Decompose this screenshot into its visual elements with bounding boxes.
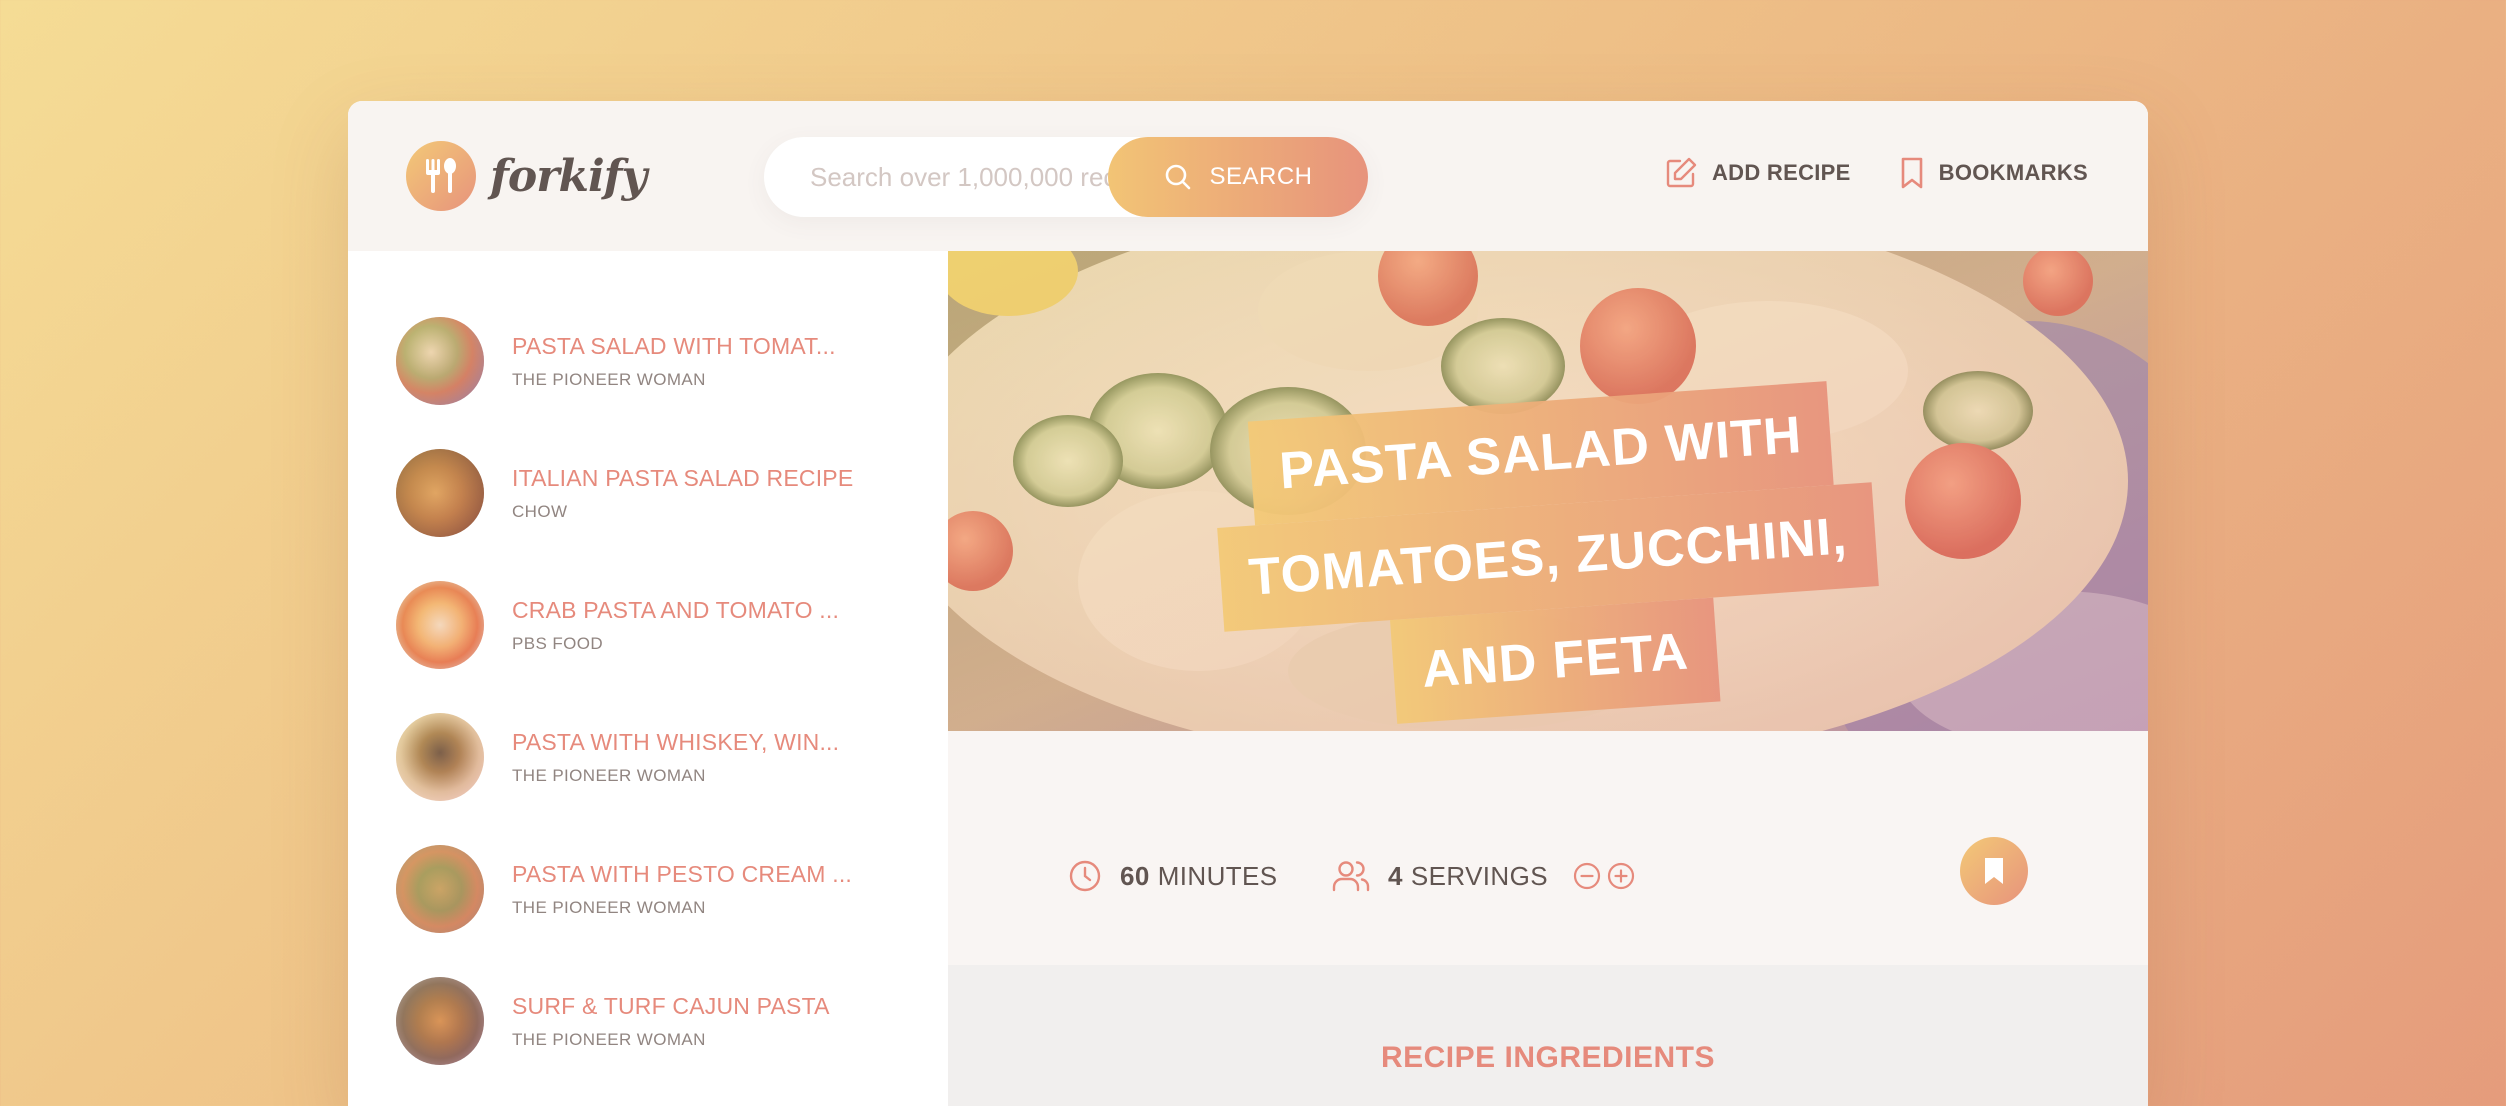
ingredients-section: RECIPE INGREDIENTS [948,965,2148,1106]
plus-circle-icon[interactable] [1606,861,1636,891]
minus-circle-icon[interactable] [1572,861,1602,891]
logo-text: forkify [490,150,647,202]
result-title: CRAB PASTA AND TOMATO ... [512,596,840,623]
search-results: PASTA SALAD WITH TOMAT... THE PIONEER WO… [348,251,948,1106]
servings-value: 4 [1388,860,1403,891]
users-icon [1332,861,1370,892]
search-button[interactable]: SEARCH [1108,137,1368,217]
bookmark-recipe-button[interactable] [1960,837,2028,905]
result-item[interactable]: SURF & TURF CAJUN PASTA THE PIONEER WOMA… [396,971,936,1071]
result-title: PASTA SALAD WITH TOMAT... [512,332,836,359]
recipe-thumbnail [396,317,484,405]
search-icon [1166,164,1191,190]
recipe-thumbnail [396,977,484,1065]
header: forkify SEARCH ADD RECIPE [348,101,2148,251]
result-title: ITALIAN PASTA SALAD RECIPE [512,464,854,491]
add-recipe-label: ADD RECIPE [1711,160,1851,185]
fork-spoon-icon [406,141,476,211]
servings: 4 SERVINGS [1332,859,1636,893]
result-item[interactable]: CRAB PASTA AND TOMATO ... PBS FOOD [396,575,936,675]
add-recipe-button[interactable]: ADD RECIPE [1664,156,1851,190]
clock-icon [1069,860,1101,892]
search-button-label: SEARCH [1209,163,1313,190]
recipe-title: PASTA SALAD WITH TOMATOES, ZUCCHINI, AND… [948,381,2148,724]
result-title: PASTA WITH WHISKEY, WIN... [512,728,840,755]
result-publisher: THE PIONEER WOMAN [512,1029,706,1049]
cooking-time: 60 MINUTES [1068,859,1278,893]
ingredients-heading: RECIPE INGREDIENTS [1380,1041,1716,1074]
servings-label: SERVINGS [1410,860,1548,891]
recipe-thumbnail [396,449,484,537]
nav: ADD RECIPE BOOKMARKS [1664,156,2088,190]
logo[interactable]: forkify [406,141,647,211]
result-publisher: THE PIONEER WOMAN [512,765,706,785]
result-item[interactable]: PASTA WITH WHISKEY, WIN... THE PIONEER W… [396,707,936,807]
result-title: PASTA WITH PESTO CREAM ... [512,860,853,887]
recipe-details: 60 MINUTES 4 SERVINGS [948,731,2148,965]
recipe-thumbnail [396,581,484,669]
recipe-thumbnail [396,713,484,801]
result-publisher: CHOW [512,501,568,521]
result-item[interactable]: PASTA WITH PESTO CREAM ... THE PIONEER W… [396,839,936,939]
bookmarks-label: BOOKMARKS [1938,160,2088,185]
result-publisher: THE PIONEER WOMAN [512,369,706,389]
result-publisher: THE PIONEER WOMAN [512,897,706,917]
bookmark-filled-icon [1985,858,2003,884]
recipe-thumbnail [396,845,484,933]
result-publisher: PBS FOOD [512,633,604,653]
search-bar: SEARCH [764,137,1368,217]
result-title: SURF & TURF CAJUN PASTA [512,992,830,1019]
app-window: forkify SEARCH ADD RECIPE [348,101,2148,1106]
result-item[interactable]: PASTA SALAD WITH TOMAT... THE PIONEER WO… [396,311,936,411]
minutes-label: MINUTES [1157,860,1278,891]
result-item[interactable]: ITALIAN PASTA SALAD RECIPE CHOW [396,443,936,543]
bookmark-icon [1901,157,1922,189]
recipe-title-line: AND FETA [1390,597,1720,724]
edit-icon [1666,157,1697,188]
bookmarks-button[interactable]: BOOKMARKS [1899,156,2088,190]
minutes-value: 60 [1120,860,1150,891]
